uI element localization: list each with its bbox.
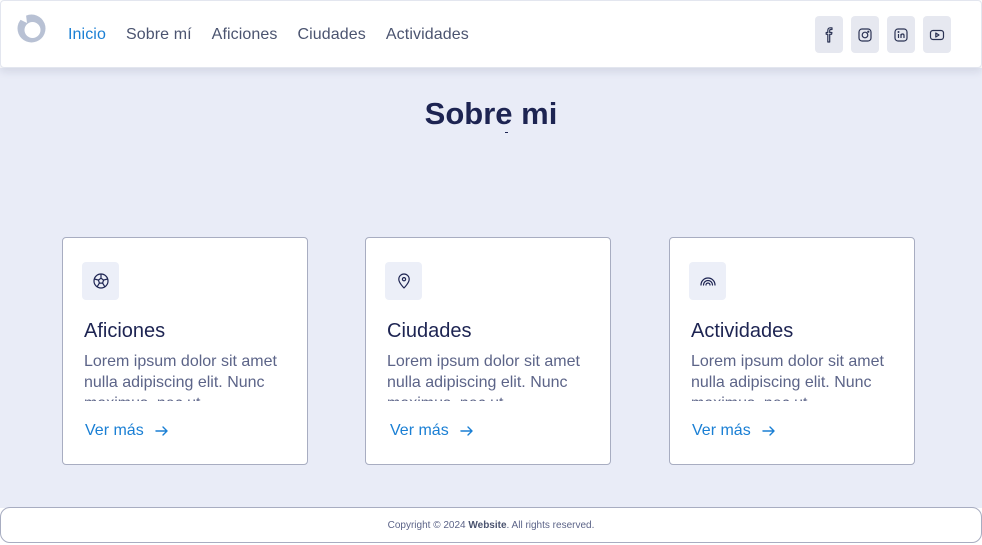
ver-mas-label: Ver más	[85, 422, 144, 439]
card-icon-box	[689, 262, 726, 300]
instagram-button[interactable]	[851, 16, 879, 53]
nav-link-aficiones[interactable]: Aficiones	[212, 26, 278, 44]
card-icon-box	[385, 262, 422, 300]
instagram-icon	[858, 27, 872, 42]
title-underline	[505, 132, 508, 133]
ver-mas-link-ciudades[interactable]: Ver más	[390, 422, 475, 440]
linkedin-button[interactable]	[887, 16, 915, 53]
nav-link-ciudades[interactable]: Ciudades	[298, 26, 366, 44]
nav-link-inicio[interactable]: Inicio	[68, 26, 106, 44]
copyright-text: Copyright © 2024	[387, 520, 469, 531]
card-actividades: Actividades Lorem ipsum dolor sit amet n…	[669, 237, 915, 465]
ver-mas-label: Ver más	[692, 422, 751, 439]
card-text: Lorem ipsum dolor sit amet nulla adipisc…	[691, 353, 884, 401]
card-title: Actividades	[691, 320, 794, 342]
card-text: Lorem ipsum dolor sit amet nulla adipisc…	[387, 353, 580, 401]
footer: Copyright © 2024 Website. All rights res…	[0, 507, 982, 543]
card-icon-box	[82, 262, 119, 300]
nav-link-sobre-mi[interactable]: Sobre mí	[126, 26, 192, 44]
card-text: Lorem ipsum dolor sit amet nulla adipisc…	[84, 353, 277, 401]
ver-mas-link-aficiones[interactable]: Ver más	[85, 422, 170, 440]
card-ciudades: Ciudades Lorem ipsum dolor sit amet null…	[365, 237, 611, 465]
brand-name: Website	[468, 520, 507, 531]
social-links	[807, 16, 951, 53]
linkedin-icon	[894, 27, 908, 42]
ver-mas-label: Ver más	[390, 422, 449, 439]
arrow-right-icon	[154, 426, 168, 436]
rainbow-icon	[699, 277, 716, 286]
card-aficiones: Aficiones Lorem ipsum dolor sit amet nul…	[62, 237, 308, 465]
logo-icon[interactable]	[16, 13, 47, 44]
ver-mas-link-actividades[interactable]: Ver más	[692, 422, 777, 440]
arrow-right-icon	[761, 426, 775, 436]
youtube-icon	[929, 29, 945, 40]
main-nav: Inicio Sobre mí Aficiones Ciudades Activ…	[68, 1, 489, 69]
page-title: Sobre mi	[424, 96, 558, 131]
youtube-button[interactable]	[923, 16, 951, 53]
about-section: Sobre mi Aficiones Lorem ipsum dolor sit…	[0, 68, 982, 508]
facebook-icon	[825, 26, 833, 43]
soccer-ball-icon	[92, 273, 109, 289]
navbar: Inicio Sobre mí Aficiones Ciudades Activ…	[0, 0, 982, 68]
nav-link-actividades[interactable]: Actividades	[386, 26, 469, 44]
card-title: Aficiones	[84, 320, 166, 342]
arrow-right-icon	[459, 426, 473, 436]
facebook-button[interactable]	[815, 16, 843, 53]
location-pin-icon	[397, 273, 410, 289]
copyright-suffix: . All rights reserved.	[506, 520, 595, 531]
card-title: Ciudades	[387, 320, 472, 342]
